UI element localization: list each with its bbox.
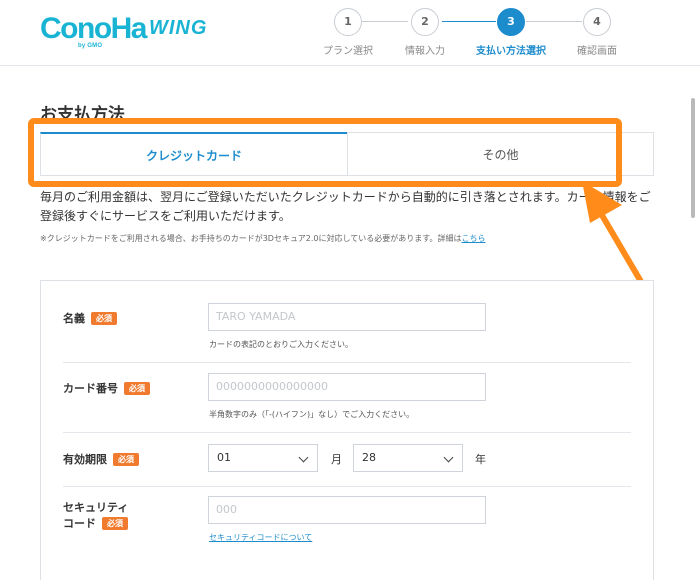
card-number-help: 半角数字のみ（「-(ハイフン)」なし）でご入力ください。: [209, 410, 415, 419]
row-divider: [63, 362, 631, 363]
year-unit: 年: [475, 453, 486, 466]
chevron-down-icon: [443, 452, 454, 463]
month-value: 01: [217, 451, 231, 464]
expiry-label: 有効期限 必須: [63, 452, 139, 468]
step-4: 4 確認画面: [552, 8, 642, 57]
step-label: 支払い方法選択: [476, 46, 546, 57]
name-help: カードの表記のとおりご入力ください。: [209, 340, 353, 349]
step-indicator: 1 プラン選択 2 情報入力 3 支払い方法選択 4 確認画面: [300, 8, 700, 58]
expiry-label-text: 有効期限: [63, 453, 107, 466]
year-value: 28: [362, 451, 376, 464]
required-badge: 必須: [91, 312, 117, 325]
step-2: 2 情報入力: [380, 8, 470, 57]
required-badge: 必須: [102, 517, 128, 530]
card-number-label-text: カード番号: [63, 382, 118, 395]
expiry-year-select[interactable]: 28: [353, 444, 463, 472]
security-code-input[interactable]: 000: [208, 496, 486, 524]
details-link[interactable]: こちら: [461, 234, 485, 243]
row-divider: [63, 486, 631, 487]
step-3: 3 支払い方法選択: [466, 8, 556, 57]
step-number: 2: [411, 8, 439, 36]
highlight-box: [28, 118, 622, 187]
security-code-label: セキュリティ コード 必須: [63, 500, 128, 532]
step-number: 3: [497, 8, 525, 36]
row-divider: [63, 432, 631, 433]
3ds-note: ※クレジットカードをご利用される場合、お手持ちのカードが3Dセキュア2.0に対応…: [40, 233, 485, 244]
expiry-month-select[interactable]: 01: [208, 444, 318, 472]
step-label: 確認画面: [577, 46, 617, 57]
required-badge: 必須: [124, 382, 150, 395]
step-label: 情報入力: [405, 46, 445, 57]
required-badge: 必須: [113, 453, 139, 466]
note-text: ※クレジットカードをご利用される場合、お手持ちのカードが3Dセキュア2.0に対応…: [40, 234, 462, 243]
security-code-link[interactable]: セキュリティコードについて: [209, 532, 312, 543]
logo-subtext: by GMO: [78, 43, 103, 49]
card-number-input[interactable]: 0000000000000000: [208, 373, 486, 401]
name-input[interactable]: TARO YAMADA: [208, 303, 486, 331]
name-label: 名義 必須: [63, 311, 117, 327]
header: ConoHa by GMO WING 1 プラン選択 2 情報入力 3 支払い方…: [0, 0, 700, 66]
chevron-down-icon: [298, 452, 309, 463]
month-unit: 月: [331, 453, 342, 466]
conoha-logo[interactable]: ConoHa: [40, 12, 148, 46]
credit-card-form: 名義 必須 TARO YAMADA カードの表記のとおりご入力ください。 カード番…: [40, 280, 654, 580]
step-number: 4: [583, 8, 611, 36]
card-number-label: カード番号 必須: [63, 381, 150, 397]
wing-logo: WING: [149, 17, 208, 39]
step-number: 1: [334, 8, 362, 36]
scrollbar[interactable]: [691, 98, 695, 218]
name-label-text: 名義: [63, 312, 85, 325]
security-label-line2: コード: [63, 517, 96, 530]
security-label-line1: セキュリティ: [63, 501, 129, 514]
